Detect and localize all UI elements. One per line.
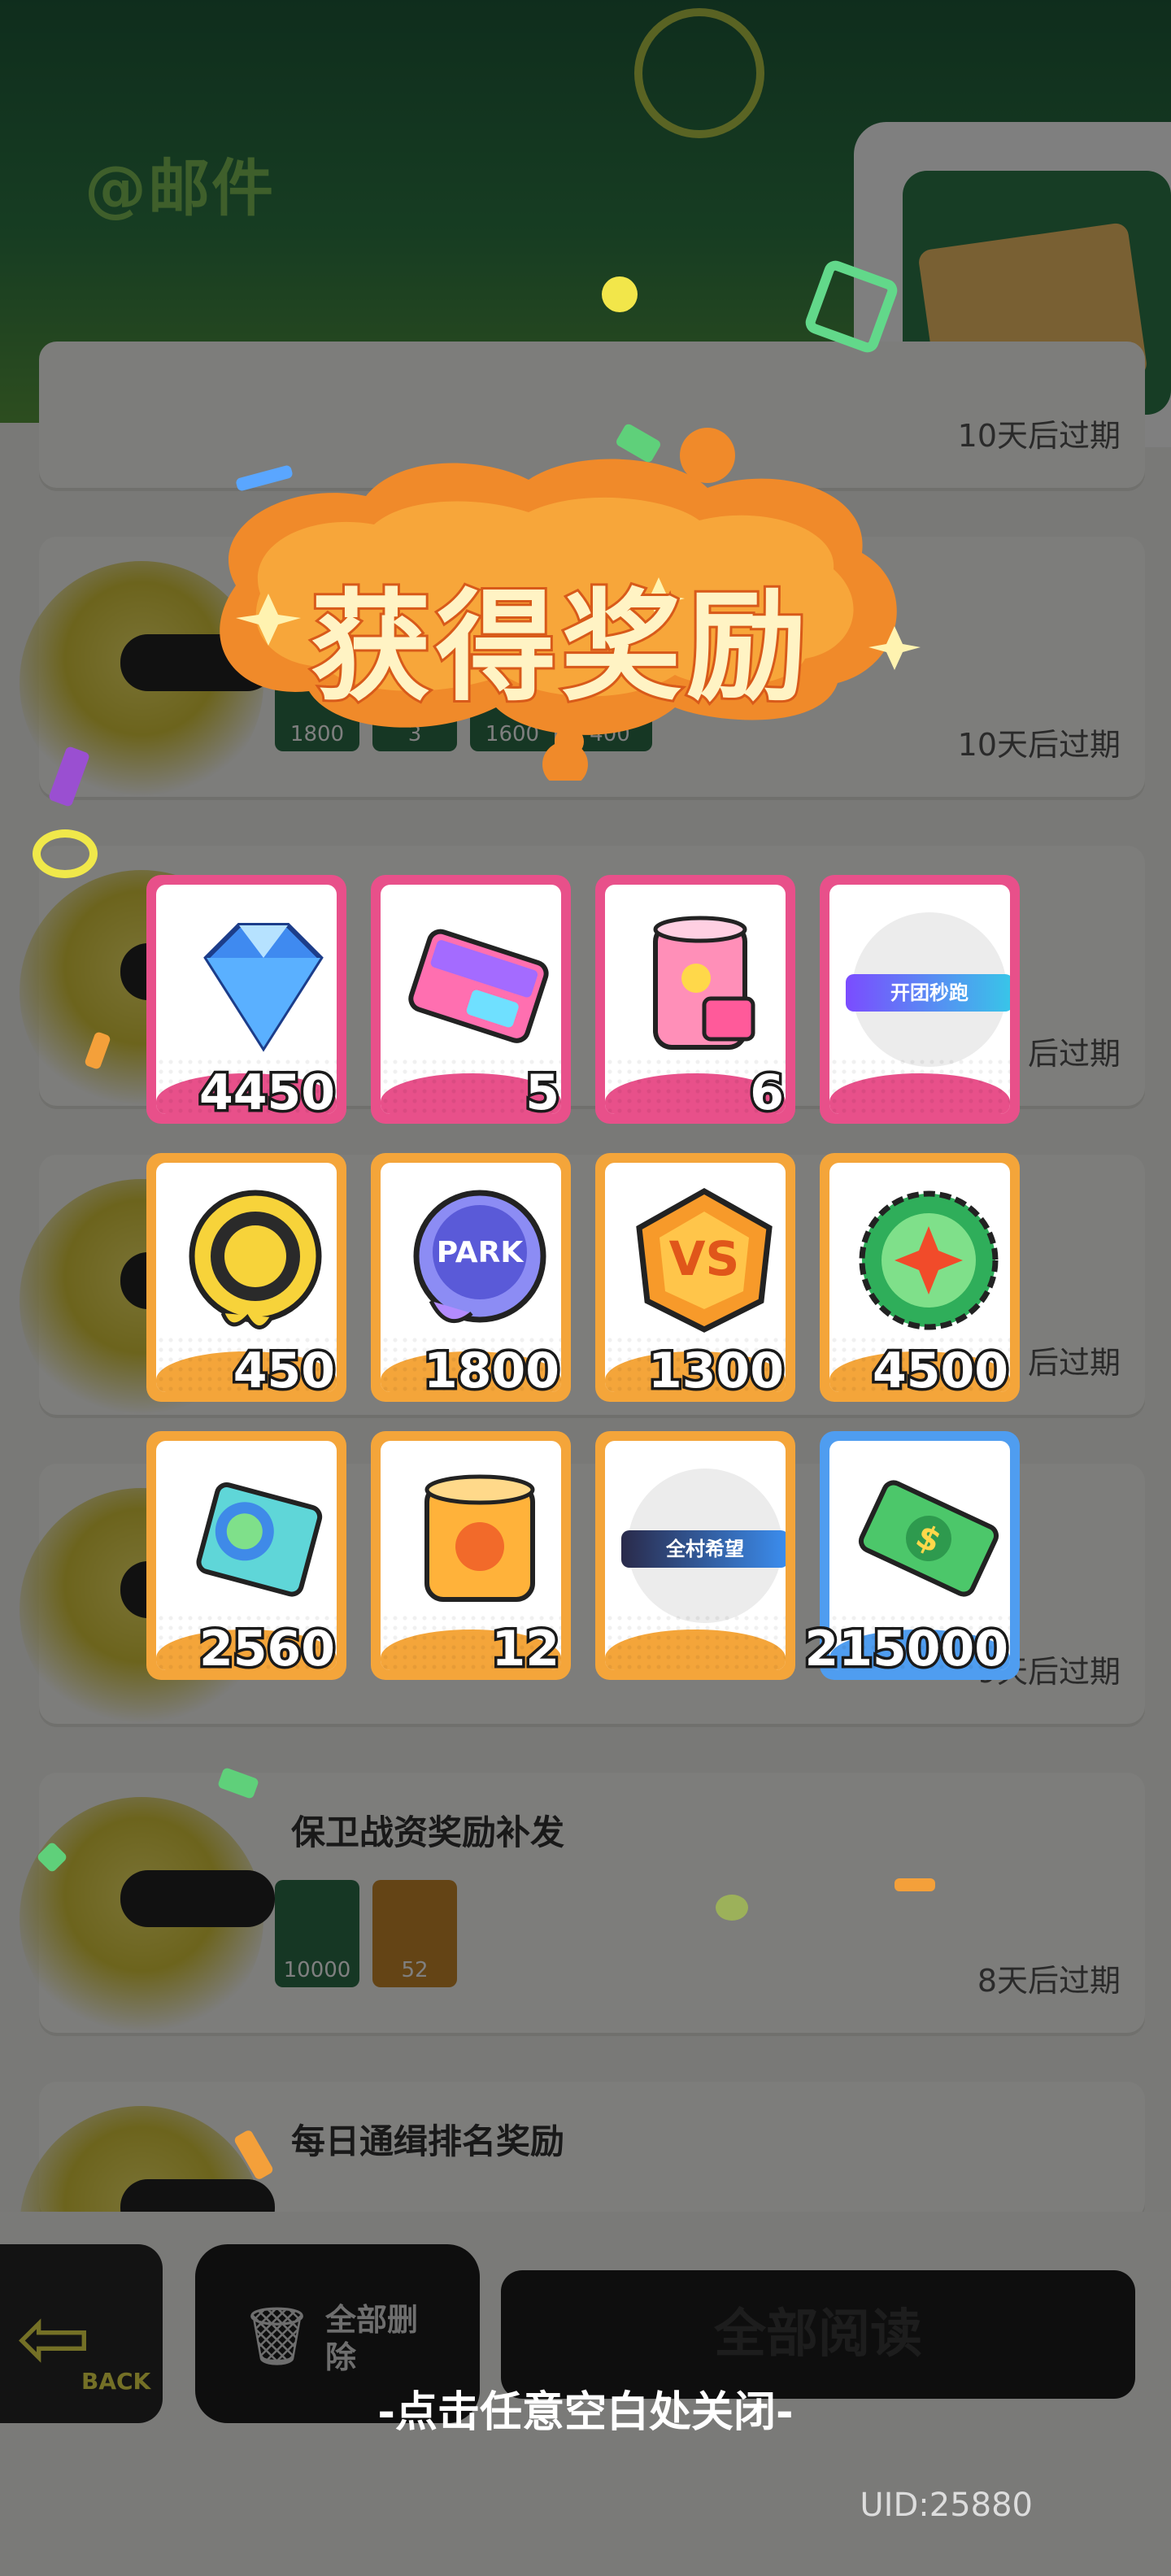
reward-item[interactable]: 4450 [146, 875, 346, 1124]
park-coin-icon: PARK [413, 1190, 546, 1323]
confetti-piece [895, 1878, 935, 1891]
reward-count: 1300 [646, 1342, 787, 1399]
reward-count: 5 [523, 1064, 563, 1121]
yellow-badge-coin-icon [189, 1190, 322, 1329]
reward-item[interactable]: 6 [595, 875, 795, 1124]
title-tag-label: 全村希望 [621, 1530, 786, 1568]
reward-count: 2560 [197, 1621, 338, 1677]
reward-count: 6 [747, 1064, 787, 1121]
confetti-piece [33, 829, 98, 878]
reward-count: 4500 [870, 1342, 1012, 1399]
confetti-piece [602, 276, 638, 312]
reward-count: 12 [489, 1621, 562, 1677]
reward-count: 4450 [197, 1064, 338, 1121]
uid-label: UID:25880 [860, 2487, 1033, 2524]
orange-can-icon [424, 1474, 535, 1602]
vs-token-icon: VS [636, 1187, 773, 1333]
blue-diamond-icon [203, 923, 324, 1052]
reward-item[interactable]: 5 [371, 875, 571, 1124]
reward-title: 获得奖励 [308, 575, 812, 720]
reward-count: 1800 [421, 1342, 563, 1399]
season-ticket-icon [196, 1482, 323, 1597]
reward-count: 215000 [802, 1621, 1011, 1677]
close-hint: -点击任意空白处关闭- [377, 2388, 794, 2437]
reward-item[interactable]: 开团秒跑 [820, 875, 1020, 1124]
pink-can-icon [653, 916, 755, 1050]
reward-item[interactable]: $ 215000 [802, 1431, 1020, 1680]
reward-item[interactable]: 2560 [146, 1431, 346, 1680]
reward-item[interactable]: 450 [146, 1153, 346, 1402]
cash-bill-icon: $ [858, 1480, 999, 1597]
confetti-piece [716, 1895, 748, 1921]
bottle-cap-icon [859, 1190, 999, 1330]
svg-text:PARK: PARK [437, 1236, 525, 1269]
title-tag-label: 开团秒跑 [846, 974, 1010, 1012]
reward-item[interactable]: 全村希望 [595, 1431, 795, 1680]
reward-banner: 获得奖励 [187, 423, 935, 781]
reward-count: 450 [230, 1342, 337, 1399]
pink-card-icon [408, 929, 549, 1043]
reward-item[interactable]: 4500 [820, 1153, 1020, 1402]
reward-item[interactable]: VS 1300 [595, 1153, 795, 1402]
svg-text:VS: VS [669, 1231, 740, 1286]
reward-item[interactable]: 12 [371, 1431, 571, 1680]
reward-item[interactable]: PARK 1800 [371, 1153, 571, 1402]
